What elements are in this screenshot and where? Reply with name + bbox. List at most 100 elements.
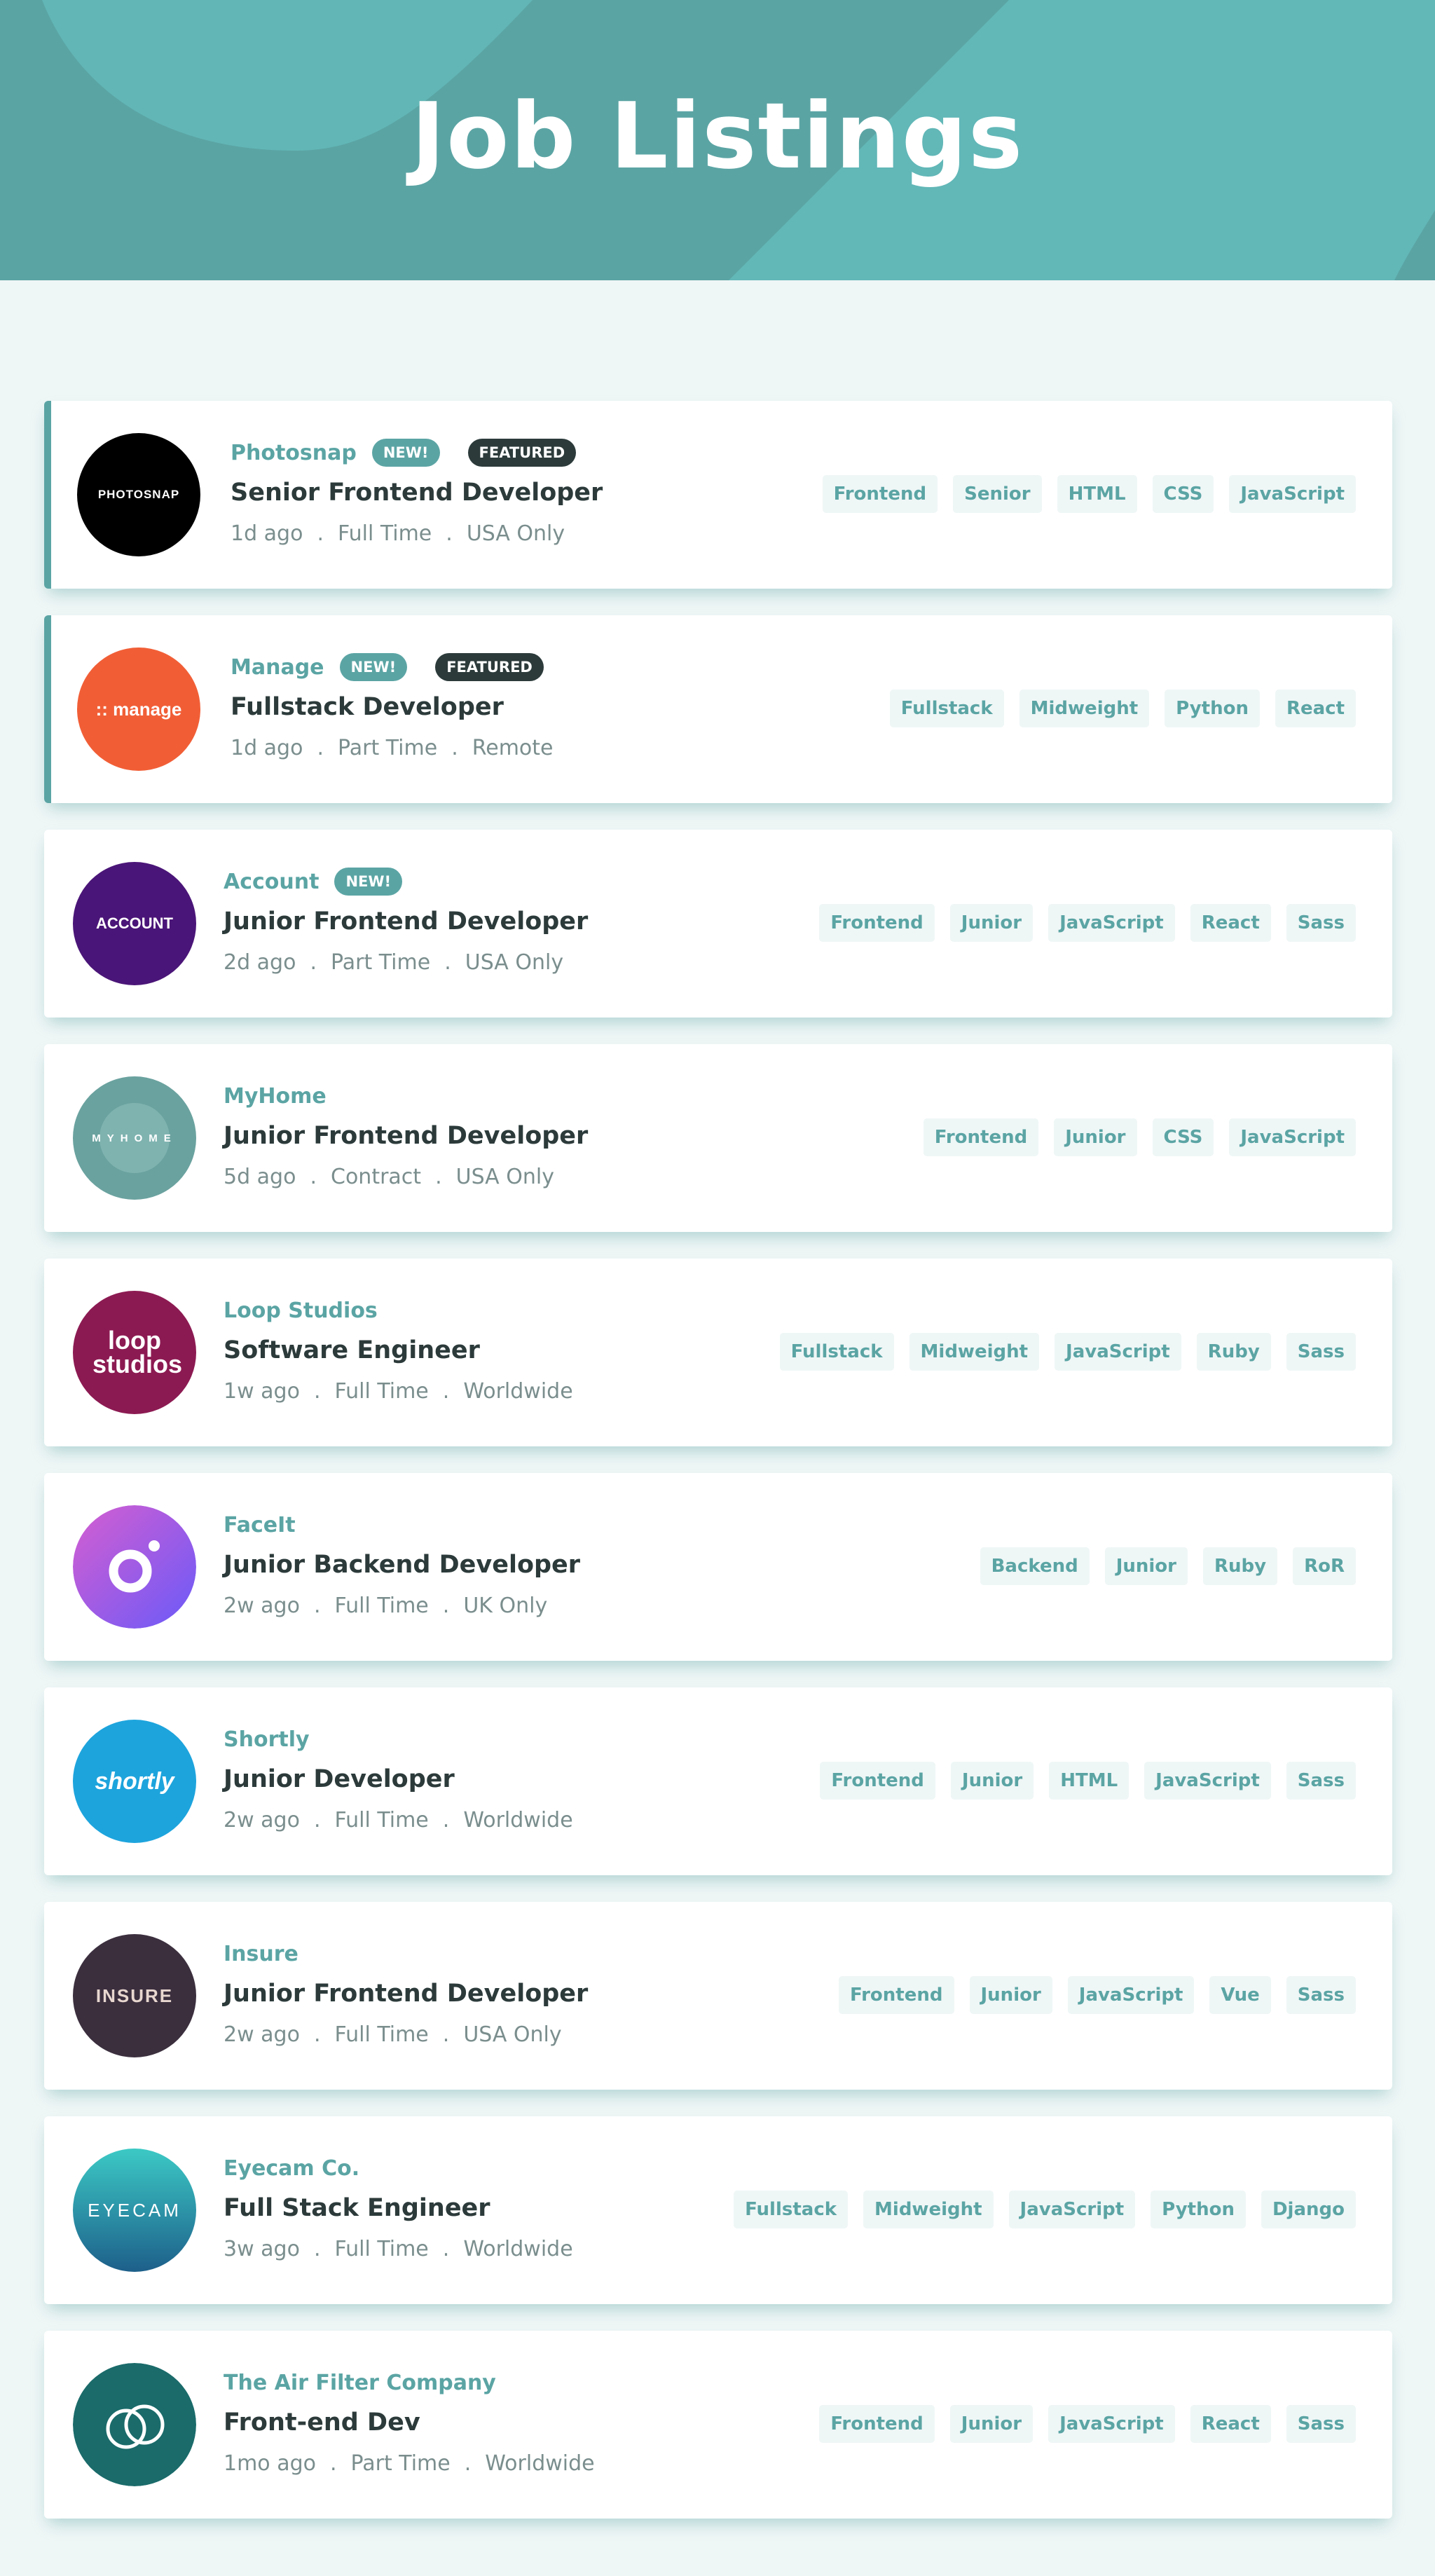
filter-tag[interactable]: JavaScript	[1008, 2191, 1136, 2228]
filter-tag[interactable]: Django	[1261, 2191, 1356, 2228]
job-card[interactable]: FaceIt Junior Backend Developer 2w ago. …	[44, 1473, 1392, 1661]
filter-tag[interactable]: Sass	[1286, 1976, 1356, 2014]
job-card[interactable]: EYECAM Eyecam Co. Full Stack Engineer 3w…	[44, 2116, 1392, 2304]
company-name[interactable]: Account	[224, 870, 319, 894]
job-card[interactable]: ACCOUNT Account NEW! Junior Frontend Dev…	[44, 830, 1392, 1018]
job-position[interactable]: Full Stack Engineer	[224, 2192, 587, 2224]
job-card[interactable]: :: manage Manage NEW! FEATURED Fullstack…	[44, 615, 1392, 803]
filter-tag[interactable]: Junior	[1104, 1547, 1188, 1585]
posted-at: 3w ago	[224, 2237, 300, 2261]
filter-tag[interactable]: JavaScript	[1229, 1118, 1356, 1156]
job-position[interactable]: Junior Frontend Developer	[224, 1978, 588, 2010]
air-filter-logo-icon	[73, 2363, 196, 2486]
company-logo: PHOTOSNAP	[77, 433, 200, 556]
filter-tag[interactable]: Senior	[953, 475, 1042, 513]
filter-tag[interactable]: Junior	[949, 2405, 1034, 2443]
separator-dot: .	[435, 1165, 442, 1189]
job-position[interactable]: Senior Frontend Developer	[231, 477, 603, 509]
job-info: Photosnap NEW! FEATURED Senior Frontend …	[231, 437, 603, 549]
filter-tag[interactable]: Frontend	[839, 1976, 954, 2014]
filter-tag[interactable]: Frontend	[923, 1118, 1039, 1156]
filter-tag[interactable]: HTML	[1057, 475, 1137, 513]
filter-tag[interactable]: JavaScript	[1067, 1976, 1195, 2014]
filter-tag[interactable]: JavaScript	[1055, 1333, 1181, 1371]
filter-tag[interactable]: Backend	[980, 1547, 1090, 1585]
posted-at: 2w ago	[224, 2022, 300, 2047]
job-card[interactable]: PHOTOSNAP Photosnap NEW! FEATURED Senior…	[44, 401, 1392, 589]
filter-tag[interactable]: Python	[1165, 690, 1260, 727]
company-logo: :: manage	[77, 648, 200, 771]
filter-tag[interactable]: React	[1190, 904, 1271, 942]
company-logo: EYECAM	[73, 2149, 196, 2272]
job-card[interactable]: INSURE Insure Junior Frontend Developer …	[44, 1902, 1392, 2090]
filter-tag[interactable]: Fullstack	[889, 690, 1004, 727]
filter-tag[interactable]: Sass	[1286, 904, 1356, 942]
filter-tag[interactable]: Frontend	[822, 475, 938, 513]
filter-tag[interactable]: Ruby	[1196, 1333, 1271, 1371]
job-position[interactable]: Front-end Dev	[224, 2406, 609, 2439]
filter-tag[interactable]: JavaScript	[1144, 1762, 1271, 1800]
company-name[interactable]: Manage	[231, 655, 324, 680]
filter-tag[interactable]: Junior	[950, 1762, 1034, 1800]
company-logo	[73, 2363, 196, 2486]
featured-badge: FEATURED	[435, 653, 544, 681]
company-name[interactable]: Shortly	[224, 1727, 310, 1752]
filter-tag[interactable]: Midweight	[863, 2191, 994, 2228]
job-meta: 2w ago. Full Time. UK Only	[224, 1591, 580, 1622]
filter-tag[interactable]: Midweight	[1019, 690, 1150, 727]
filter-tag[interactable]: Frontend	[820, 1762, 935, 1800]
filter-tag[interactable]: Junior	[969, 1976, 1052, 2014]
filter-tag[interactable]: JavaScript	[1229, 475, 1356, 513]
filter-tag[interactable]: JavaScript	[1048, 2405, 1175, 2443]
company-name[interactable]: Eyecam Co.	[224, 2156, 359, 2181]
company-name[interactable]: The Air Filter Company	[224, 2371, 496, 2395]
job-info: Insure Junior Frontend Developer 2w ago.…	[224, 1938, 588, 2050]
filter-tag[interactable]: CSS	[1152, 1118, 1214, 1156]
company-name[interactable]: Loop Studios	[224, 1299, 378, 1323]
loop-studios-logo-text: loop studios	[92, 1326, 183, 1378]
filter-tag[interactable]: Frontend	[819, 2405, 935, 2443]
job-meta: 1mo ago. Part Time. Worldwide	[224, 2448, 609, 2479]
filter-tag[interactable]: Fullstack	[779, 1333, 894, 1371]
contract-type: Full Time	[334, 1379, 429, 1404]
job-info: The Air Filter Company Front-end Dev 1mo…	[224, 2367, 609, 2479]
job-position[interactable]: Software Engineer	[224, 1334, 587, 1366]
job-card[interactable]: shortly Shortly Junior Developer 2w ago.…	[44, 1687, 1392, 1875]
company-name[interactable]: Photosnap	[231, 441, 357, 465]
filter-tag[interactable]: Vue	[1209, 1976, 1271, 2014]
filter-tag[interactable]: JavaScript	[1048, 904, 1175, 942]
filter-tag[interactable]: Sass	[1286, 1762, 1356, 1800]
job-card[interactable]: The Air Filter Company Front-end Dev 1mo…	[44, 2331, 1392, 2519]
job-card[interactable]: loop studios Loop Studios Software Engin…	[44, 1259, 1392, 1446]
job-position[interactable]: Junior Backend Developer	[224, 1549, 580, 1581]
filter-tag[interactable]: Fullstack	[734, 2191, 849, 2228]
job-position[interactable]: Junior Frontend Developer	[224, 1120, 588, 1152]
filter-tag[interactable]: CSS	[1152, 475, 1214, 513]
filter-tag[interactable]: Ruby	[1203, 1547, 1278, 1585]
company-name[interactable]: MyHome	[224, 1084, 327, 1109]
company-row: Manage NEW! FEATURED	[231, 652, 568, 683]
company-name[interactable]: FaceIt	[224, 1513, 296, 1537]
filter-tag[interactable]: React	[1275, 690, 1356, 727]
filter-tag[interactable]: Midweight	[909, 1333, 1040, 1371]
job-position[interactable]: Junior Developer	[224, 1763, 587, 1795]
filter-tag[interactable]: Python	[1151, 2191, 1246, 2228]
filter-tag[interactable]: HTML	[1049, 1762, 1130, 1800]
company-row: Loop Studios	[224, 1295, 587, 1326]
job-position[interactable]: Junior Frontend Developer	[224, 905, 588, 938]
filter-tag[interactable]: Sass	[1286, 2405, 1356, 2443]
job-tags: Frontend Junior CSS JavaScript	[923, 1118, 1356, 1156]
filter-tag[interactable]: React	[1190, 2405, 1271, 2443]
filter-tag[interactable]: Frontend	[819, 904, 935, 942]
separator-dot: .	[317, 521, 324, 546]
filter-tag[interactable]: Sass	[1286, 1333, 1356, 1371]
job-location: USA Only	[465, 950, 564, 975]
company-name[interactable]: Insure	[224, 1942, 298, 1966]
job-position[interactable]: Fullstack Developer	[231, 691, 568, 723]
filter-tag[interactable]: Junior	[949, 904, 1034, 942]
insure-logo-text: INSURE	[95, 1985, 174, 2006]
filter-tag[interactable]: Junior	[1054, 1118, 1137, 1156]
job-card[interactable]: MYHOME MyHome Junior Frontend Developer …	[44, 1044, 1392, 1232]
filter-tag[interactable]: RoR	[1293, 1547, 1356, 1585]
myhome-logo-text: MYHOME	[92, 1132, 177, 1144]
